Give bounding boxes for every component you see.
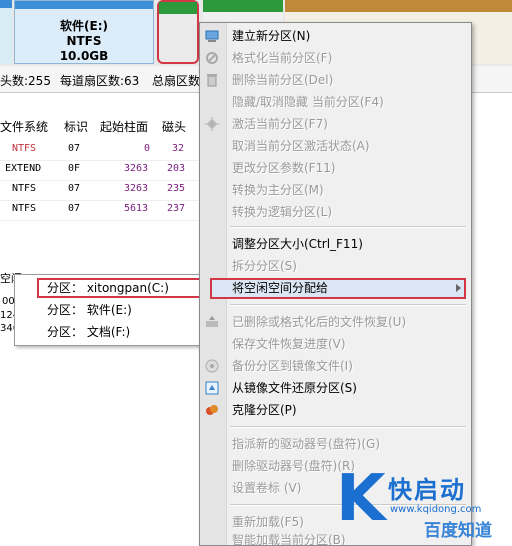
submenu-item-label: 分区： 软件(E:) <box>47 303 132 317</box>
cell-head: 32 <box>172 143 185 154</box>
allocate-target-submenu: 分区： xitongpan(C:) 分区： 软件(E:) 分区： 文档(F:) <box>14 274 201 346</box>
watermark-baidu: 百度知道 <box>424 521 492 541</box>
menu-item-file-recovery[interactable]: 已删除或格式化后的文件恢复(U) <box>200 311 471 333</box>
activate-icon <box>205 117 219 131</box>
restore-icon <box>205 381 219 395</box>
backup-icon <box>205 359 219 373</box>
menu-item-delete[interactable]: 删除当前分区(Del) <box>200 69 471 91</box>
col-header-id: 标识 <box>64 120 89 134</box>
heads-text: 头数:255 <box>0 74 51 88</box>
menu-item-new-partition[interactable]: 建立新分区(N) <box>200 25 471 47</box>
cell-fs: NTFS <box>12 203 37 214</box>
menu-item-label: 更改分区参数(F11) <box>232 161 336 175</box>
menu-item-label: 重新加载(F5) <box>232 515 304 529</box>
submenu-item-label: 分区： 文档(F:) <box>47 325 131 339</box>
menu-item-hide[interactable]: 隐藏/取消隐藏 当前分区(F4) <box>200 91 471 113</box>
menu-item-label: 已删除或格式化后的文件恢复(U) <box>232 315 407 329</box>
cell-id: 07 <box>68 203 81 214</box>
menu-item-label: 智能加载当前分区(B) <box>232 533 346 545</box>
menu-item-label: 从镜像文件还原分区(S) <box>232 381 357 395</box>
cell-fs: NTFS <box>12 143 37 154</box>
menu-item-label: 建立新分区(N) <box>232 29 311 43</box>
watermark-k: K <box>336 462 386 536</box>
disk-partition-c[interactable] <box>0 0 12 64</box>
table-row[interactable]: EXTEND 0F 3263 203 <box>0 160 198 181</box>
partial-value: 00 <box>2 296 15 307</box>
new-partition-icon <box>205 30 219 42</box>
format-icon <box>206 52 218 64</box>
partition-name: 软件(E:) <box>60 19 108 33</box>
cell-start: 5613 <box>124 203 149 214</box>
watermark-logo: K 快启动 www.kqidong.com 百度知道 <box>336 464 512 544</box>
col-header-head: 磁头 <box>162 120 187 134</box>
menu-separator <box>230 426 466 428</box>
recover-icon <box>206 316 218 327</box>
menu-item-label: 保存文件恢复进度(V) <box>232 337 346 351</box>
disk-partition-e[interactable]: 软件(E:) NTFS 10.0GB <box>14 0 154 64</box>
total-sectors-text: 总扇区数 <box>152 74 201 88</box>
table-row[interactable]: NTFS 07 3263 235 <box>0 180 198 201</box>
menu-item-label: 备份分区到镜像文件(I) <box>232 359 353 373</box>
menu-separator <box>230 304 466 306</box>
table-row[interactable]: NTFS 07 0 32 <box>0 140 198 161</box>
menu-item-label: 克隆分区(P) <box>232 403 297 417</box>
menu-item-label: 将空闲空间分配给 <box>232 281 329 295</box>
menu-item-resize[interactable]: 调整分区大小(Ctrl_F11) <box>200 233 471 255</box>
menu-item-to-primary[interactable]: 转换为主分区(M) <box>200 179 471 201</box>
delete-icon <box>207 74 217 87</box>
cell-fs: EXTEND <box>5 163 42 174</box>
cell-start: 3263 <box>124 163 149 174</box>
cell-id: 07 <box>68 183 81 194</box>
menu-item-label: 拆分分区(S) <box>232 259 297 273</box>
submenu-item-label: 分区： xitongpan(C:) <box>47 281 169 295</box>
clone-icon <box>206 405 218 415</box>
cell-id: 07 <box>68 143 81 154</box>
menu-item-label: 调整分区大小(Ctrl_F11) <box>232 237 363 251</box>
cell-start: 0 <box>143 143 150 154</box>
menu-item-save-recovery[interactable]: 保存文件恢复进度(V) <box>200 333 471 355</box>
menu-item-backup-image[interactable]: 备份分区到镜像文件(I) <box>200 355 471 377</box>
cell-head: 203 <box>167 163 186 174</box>
menu-item-format[interactable]: 格式化当前分区(F) <box>200 47 471 69</box>
watermark-url: www.kqidong.com <box>390 504 482 515</box>
menu-item-label: 格式化当前分区(F) <box>232 51 333 65</box>
menu-item-label: 隐藏/取消隐藏 当前分区(F4) <box>232 95 384 109</box>
menu-item-restore-image[interactable]: 从镜像文件还原分区(S) <box>200 377 471 399</box>
sectors-text: 每道扇区数:63 <box>60 74 140 88</box>
menu-item-allocate-free-space[interactable]: 将空闲空间分配给 <box>200 277 471 299</box>
submenu-item-c[interactable]: 分区： xitongpan(C:) <box>15 277 199 299</box>
menu-item-label: 设置卷标 (V) <box>232 481 302 495</box>
submenu-item-e[interactable]: 分区： 软件(E:) <box>15 299 199 321</box>
menu-item-label: 转换为逻辑分区(L) <box>232 205 333 219</box>
col-header-fs: 文件系统 <box>0 120 49 134</box>
menu-item-activate[interactable]: 激活当前分区(F7) <box>200 113 471 135</box>
menu-item-label: 取消当前分区激活状态(A) <box>232 139 370 153</box>
menu-item-label: 指派新的驱动器号(盘符)(G) <box>232 437 381 451</box>
menu-item-deactivate[interactable]: 取消当前分区激活状态(A) <box>200 135 471 157</box>
menu-item-clone[interactable]: 克隆分区(P) <box>200 399 471 421</box>
partition-size: 10.0GB <box>59 49 109 63</box>
disk-free-space-selected[interactable] <box>157 0 199 64</box>
table-row[interactable]: NTFS 07 5613 237 <box>0 200 198 221</box>
menu-item-label: 转换为主分区(M) <box>232 183 324 197</box>
cell-id: 0F <box>68 163 81 174</box>
menu-item-label: 激活当前分区(F7) <box>232 117 328 131</box>
submenu-arrow-icon <box>456 284 461 292</box>
cell-start: 3263 <box>124 183 149 194</box>
menu-item-change-params[interactable]: 更改分区参数(F11) <box>200 157 471 179</box>
partition-fs: NTFS <box>66 34 102 48</box>
cell-head: 235 <box>167 183 186 194</box>
menu-item-split[interactable]: 拆分分区(S) <box>200 255 471 277</box>
col-header-start: 起始柱面 <box>100 120 149 134</box>
submenu-item-f[interactable]: 分区： 文档(F:) <box>15 321 199 343</box>
menu-item-assign-drive-letter[interactable]: 指派新的驱动器号(盘符)(G) <box>200 433 471 455</box>
menu-separator <box>230 226 466 228</box>
cell-head: 237 <box>167 203 186 214</box>
menu-item-to-logical[interactable]: 转换为逻辑分区(L) <box>200 201 471 223</box>
watermark-name: 快启动 <box>388 476 466 504</box>
cell-fs: NTFS <box>12 183 37 194</box>
menu-item-label: 删除当前分区(Del) <box>232 73 334 87</box>
